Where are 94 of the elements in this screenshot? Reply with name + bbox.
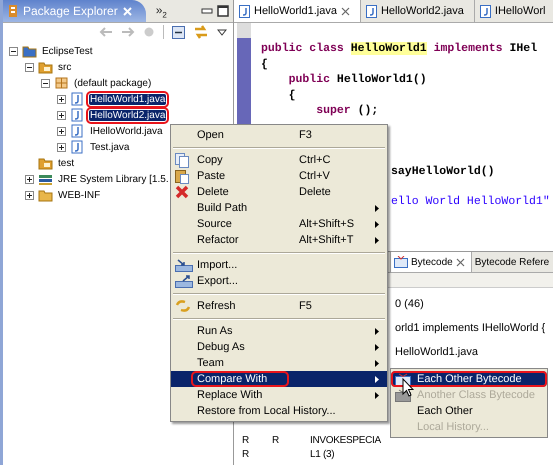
tree-item[interactable]: src xyxy=(57,62,72,72)
expand-toggle-icon[interactable] xyxy=(25,190,34,200)
tree-item[interactable]: HelloWorld1.java xyxy=(89,94,166,104)
code-line: super (); xyxy=(315,103,380,118)
submenu-arrow-icon xyxy=(375,236,379,244)
menu-item[interactable]: Run As xyxy=(171,323,387,339)
editor-tab[interactable]: HelloWorld2.java xyxy=(360,0,475,22)
bytecode-line: HelloWorld1.java xyxy=(395,345,479,360)
menu-item[interactable]: Compare With xyxy=(171,371,387,387)
collapse-toggle-icon[interactable] xyxy=(25,62,34,72)
java-file-icon xyxy=(480,4,491,18)
library-icon xyxy=(38,172,53,186)
close-icon[interactable] xyxy=(456,258,465,266)
code-line: public HelloWorld1() xyxy=(288,72,428,88)
submenu-arrow-icon xyxy=(375,360,379,366)
submenu-arrow-icon xyxy=(375,392,379,398)
java-file-icon xyxy=(70,108,85,122)
code-line: { xyxy=(288,88,296,103)
menu-item[interactable]: Each Other xyxy=(391,403,547,419)
tree-item[interactable]: (default package) xyxy=(73,78,152,88)
export-icon xyxy=(175,274,193,288)
package-icon xyxy=(8,4,18,18)
copy-icon xyxy=(175,152,189,168)
java-file-icon xyxy=(70,140,85,154)
folder-icon xyxy=(38,188,53,202)
menu-item[interactable]: Paste Ctrl+V xyxy=(171,168,387,184)
menu-item[interactable]: Refresh F5 xyxy=(171,298,387,314)
java-file-icon xyxy=(366,4,377,18)
tree-item[interactable]: EclipseTest xyxy=(41,46,94,56)
close-icon[interactable] xyxy=(340,6,350,16)
submenu-arrow-icon xyxy=(375,328,379,334)
tree-item[interactable]: IHelloWorld.java xyxy=(89,126,164,136)
tree-item[interactable]: Test.java xyxy=(89,142,130,152)
project-folder-icon xyxy=(22,44,37,58)
source-folder-icon xyxy=(38,156,53,170)
editor-tab[interactable]: IHelloWorl xyxy=(474,0,553,22)
expand-toggle-icon[interactable] xyxy=(25,174,34,184)
minimize-icon[interactable] xyxy=(201,6,213,16)
tree-item[interactable]: WEB-INF xyxy=(57,190,102,200)
submenu-arrow-icon xyxy=(375,344,379,350)
java-file-icon xyxy=(70,124,85,138)
collapse-toggle-icon[interactable] xyxy=(41,78,50,88)
mouse-pointer-icon xyxy=(402,378,414,397)
menu-item[interactable]: Team xyxy=(171,355,387,371)
bytecode-line: orld1 implements IHelloWorld { xyxy=(395,321,546,336)
tree-item[interactable]: JRE System Library [1.5. xyxy=(57,174,170,184)
package-icon xyxy=(54,76,69,90)
table-cell-text: L1 (3) xyxy=(310,449,334,462)
table-cell-text: R xyxy=(242,449,250,462)
expand-toggle-icon[interactable] xyxy=(57,142,66,152)
view-menu-icon[interactable] xyxy=(217,28,227,36)
expand-toggle-icon[interactable] xyxy=(57,126,66,136)
code-line: public class HelloWorld1 implements IHel xyxy=(261,41,538,56)
menu-item[interactable]: Debug As xyxy=(171,339,387,355)
submenu-arrow-icon xyxy=(375,204,379,212)
source-folder-icon xyxy=(38,60,53,74)
view-tab[interactable]: Bytecode Refere xyxy=(470,252,552,272)
expand-toggle-icon[interactable] xyxy=(57,94,66,104)
menu-item[interactable]: Export... xyxy=(171,273,387,289)
submenu-arrow-icon xyxy=(375,220,379,228)
menu-item[interactable]: Import... xyxy=(171,257,387,273)
tree-item[interactable]: HelloWorld2.java xyxy=(89,110,166,120)
tree-item[interactable]: test xyxy=(57,158,76,168)
code-line: sayHelloWorld() xyxy=(391,164,496,179)
menu-item[interactable]: Open F3 xyxy=(171,127,387,143)
menu-item[interactable]: Copy Ctrl+C xyxy=(171,152,387,168)
code-line: ello World HelloWorld1" xyxy=(391,194,551,210)
refresh-icon xyxy=(175,299,191,313)
expand-toggle-icon[interactable] xyxy=(57,110,66,120)
overflow-views-button[interactable]: »$_{2}$ xyxy=(156,2,167,20)
menu-item[interactable]: Replace With xyxy=(171,387,387,403)
submenu-arrow-icon xyxy=(375,376,379,382)
editor-tab[interactable]: HelloWorld1.java xyxy=(234,0,361,22)
view-tab[interactable]: Bytecode xyxy=(390,252,471,272)
collapse-all-icon[interactable] xyxy=(172,26,185,38)
table-cell-text: R xyxy=(272,435,280,448)
menu-item[interactable]: Refactor Alt+Shift+T xyxy=(171,232,387,248)
java-file-icon xyxy=(70,92,85,106)
bytecode-icon xyxy=(394,256,408,268)
maximize-icon[interactable] xyxy=(217,5,229,17)
table-cell-text: R xyxy=(242,435,250,448)
delete-icon xyxy=(175,185,189,199)
menu-item[interactable]: Restore from Local History... xyxy=(171,403,387,419)
menu-item[interactable]: Delete Delete xyxy=(171,184,387,200)
collapse-toggle-icon[interactable] xyxy=(9,46,18,56)
menu-item[interactable]: Build Path xyxy=(171,200,387,216)
code-line: { xyxy=(261,56,269,72)
table-cell-text: INVOKESPECIA xyxy=(310,435,381,448)
java-file-icon xyxy=(239,4,250,18)
bytecode-line: 0 (46) xyxy=(395,297,425,312)
menu-item[interactable]: Source Alt+Shift+S xyxy=(171,216,387,232)
import-icon xyxy=(175,258,193,272)
paste-icon xyxy=(175,168,189,184)
menu-item[interactable]: Each Other Bytecode xyxy=(391,371,547,387)
